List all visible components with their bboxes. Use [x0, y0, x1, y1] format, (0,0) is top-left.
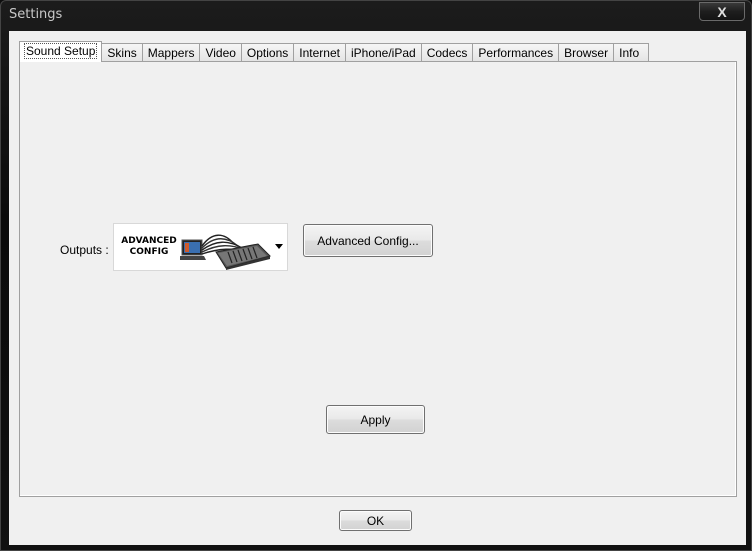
tab-browser[interactable]: Browser — [559, 43, 615, 61]
advanced-config-button[interactable]: Advanced Config... — [303, 224, 433, 257]
tab-label: Video — [205, 46, 236, 60]
tab-label: Info — [619, 46, 640, 60]
window-title: Settings — [9, 7, 63, 22]
settings-window: Settings X Sound Setup Skins Mappers Vid… — [0, 0, 752, 551]
close-button[interactable]: X — [699, 2, 745, 21]
tab-label: Performances — [478, 46, 554, 60]
tab-label: Browser — [564, 46, 609, 60]
tab-codecs[interactable]: Codecs — [421, 43, 474, 61]
close-icon: X — [717, 3, 727, 20]
outputs-select[interactable]: ADVANCED CONFIG — [113, 223, 288, 271]
tab-options[interactable]: Options — [241, 43, 295, 61]
tab-label: iPhone/iPad — [350, 46, 416, 60]
laptop-mixer-icon — [180, 234, 271, 270]
tab-video[interactable]: Video — [200, 43, 242, 61]
apply-button[interactable]: Apply — [326, 405, 425, 434]
tab-iphone-ipad[interactable]: iPhone/iPad — [345, 43, 422, 61]
tab-label: Mappers — [147, 46, 195, 60]
chevron-down-icon[interactable] — [275, 244, 283, 249]
dialog-client-area: Sound Setup Skins Mappers Video Options … — [9, 31, 746, 545]
tab-label: Sound Setup — [23, 43, 98, 59]
tab-internet[interactable]: Internet — [294, 43, 346, 61]
tab-performances[interactable]: Performances — [473, 43, 560, 61]
tab-label: Skins — [107, 46, 137, 60]
tab-skins[interactable]: Skins — [102, 43, 143, 61]
tab-label: Codecs — [426, 46, 468, 60]
sound-setup-panel: Outputs : ADVANCED CONFIG Advanced Confi… — [19, 61, 737, 497]
outputs-selected-line1: ADVANCED — [121, 236, 177, 246]
outputs-selected-text: ADVANCED CONFIG — [119, 236, 179, 258]
outputs-label: Outputs : — [60, 243, 109, 257]
tab-mappers[interactable]: Mappers — [142, 43, 201, 61]
title-bar[interactable]: Settings X — [1, 1, 751, 31]
tab-info[interactable]: Info — [614, 43, 650, 61]
tab-label: Internet — [299, 46, 340, 60]
tab-sound-setup[interactable]: Sound Setup — [19, 41, 103, 62]
tab-strip: Sound Setup Skins Mappers Video Options … — [19, 41, 650, 62]
outputs-selected-line2: CONFIG — [129, 247, 169, 257]
ok-button[interactable]: OK — [339, 510, 412, 531]
tab-label: Options — [246, 46, 289, 60]
